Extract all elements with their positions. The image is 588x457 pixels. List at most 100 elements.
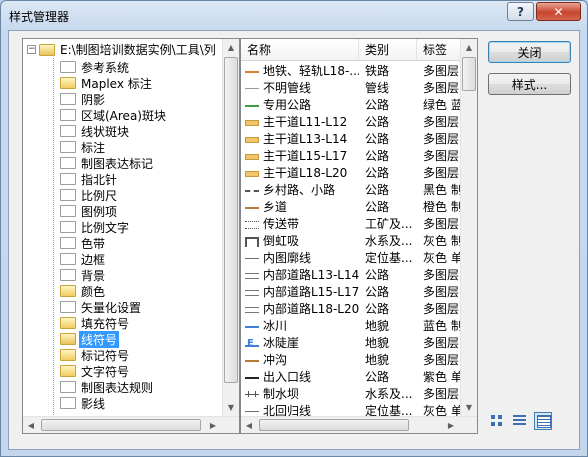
line-symbol-icon [245,284,259,301]
scroll-down-arrow-icon[interactable]: ▼ [223,399,239,416]
tree-item[interactable]: 比例尺 [60,187,119,203]
list-row[interactable]: 冲沟 地貌 多图层 [241,352,463,369]
column-name-header[interactable]: 名称 [241,39,359,61]
column-category-header[interactable]: 类别 [359,39,417,61]
cell-tags: 灰色 制 [423,234,463,248]
cell-tags: 黑色 制 [423,183,463,197]
list-row[interactable]: 制水坝 水系及... 多图层 [241,386,463,403]
tree-item[interactable]: 线符号 [60,330,120,348]
help-button[interactable]: ? [507,2,534,21]
scroll-thumb[interactable] [462,57,476,91]
list-row[interactable]: 主干道L15-L17 公路 多图层 [241,148,463,165]
tree-item[interactable]: 制图表达标记 [60,155,155,171]
column-tags-header[interactable]: 标签 [417,39,463,61]
list-row[interactable]: 出入口线 公路 紫色 单 [241,369,463,386]
styles-button[interactable]: 样式... [488,73,571,95]
cell-name: 主干道L11-L12 [245,114,359,131]
tree-item-label: 比例文字 [81,220,130,235]
list-row[interactable]: 内部道路L13-L14 公路 多图层 [241,267,463,284]
tree-item[interactable]: 影线 [60,395,107,411]
details-view-button[interactable] [534,412,552,430]
tree-item-label: 颜色 [81,284,106,299]
list-row[interactable]: 内部道路L18-L20 公路 多图层 [241,301,463,318]
symbol-list[interactable]: 名称 类别 标签 地铁、轻轨L18-... 铁路 多图层 不明管线 管线 多图层 专用公路公… [240,38,478,434]
tree-item[interactable]: 色带 [60,235,107,251]
line-symbol-icon [245,369,259,386]
scroll-thumb[interactable] [224,57,238,383]
tree-item[interactable]: 文字符号 [60,363,131,379]
tree-item-label: 指北针 [81,172,118,187]
symbol-name: 主干道L15-L17 [263,149,348,163]
empty-folder-icon [60,61,76,73]
list-row[interactable]: 冰陡崖 地貌 多图层 [241,335,463,352]
tree-item[interactable]: 制图表达规则 [60,379,155,395]
tree-guide-line [53,58,54,433]
cell-tags: 多图层 [423,166,460,180]
tree-item[interactable]: 区域(Area)斑块 [60,107,168,123]
list-row[interactable]: 冰川 地貌 蓝色 制 [241,318,463,335]
scroll-left-arrow-icon[interactable]: ◀ [241,417,257,433]
close-button[interactable]: 关闭 [488,41,571,63]
h-scroll-thumb[interactable] [259,419,409,431]
tree-root-label: E:\制图培训数据实例\工具\列 [60,43,216,57]
list-row[interactable]: 不明管线 管线 多图层 [241,80,463,97]
scroll-right-arrow-icon[interactable]: ▶ [443,417,459,433]
tree-horizontal-scrollbar[interactable]: ◀ ▶ [23,416,239,433]
tree-item[interactable]: 线状斑块 [60,123,131,139]
list-row[interactable]: 内部道路L15-L17 公路 多图层 [241,284,463,301]
tree-item[interactable]: 比例文字 [60,219,131,235]
collapse-icon[interactable]: − [27,45,36,54]
list-row[interactable]: 主干道L18-L20 公路 多图层 [241,165,463,182]
cell-category: 公路 [365,166,390,180]
empty-folder-icon [60,157,76,169]
tree-item[interactable]: 边框 [60,251,107,267]
large-icons-icon [491,415,502,426]
empty-folder-icon [60,93,76,105]
list-view-button[interactable] [511,412,529,430]
tree-item[interactable]: 参考系统 [60,59,131,75]
tree-root-item[interactable]: − E:\制图培训数据实例\工具\列 [27,41,218,58]
scroll-left-arrow-icon[interactable]: ◀ [23,417,39,433]
tree-item[interactable]: 指北针 [60,171,119,187]
list-row[interactable]: 主干道L13-L14 公路 多图层 [241,131,463,148]
h-scroll-thumb[interactable] [41,419,201,431]
list-vertical-scrollbar[interactable]: ▲ ▼ [460,39,477,416]
list-row[interactable]: 专用公路 公路 绿色 蓝 [241,97,463,114]
list-row[interactable]: 地铁、轻轨L18-... 铁路 多图层 [241,63,463,80]
list-row[interactable]: 乡道 公路 橙色 制 [241,199,463,216]
tree-item[interactable]: Maplex 标注 [60,75,154,91]
tree-item[interactable]: 背景 [60,267,107,283]
title-bar[interactable]: 样式管理器 ? ✕ [1,1,587,31]
cell-name: 地铁、轻轨L18-... [245,63,359,80]
folder-icon [60,285,76,297]
list-horizontal-scrollbar[interactable]: ◀ ▶ [241,416,477,433]
list-row[interactable]: 主干道L11-L12 公路 多图层 [241,114,463,131]
cell-tags: 多图层 [423,353,460,367]
style-tree[interactable]: − E:\制图培训数据实例\工具\列 参考系统 Maplex 标注 阴影 区域(Are… [22,38,240,434]
scroll-up-arrow-icon[interactable]: ▲ [461,39,477,56]
tree-item[interactable]: 图例项 [60,203,119,219]
scroll-right-arrow-icon[interactable]: ▶ [205,417,221,433]
tree-item[interactable]: 颜色 [60,283,107,299]
line-symbol-icon [245,114,259,131]
large-icons-view-button[interactable] [488,412,506,430]
tree-item[interactable]: 填充符号 [60,315,131,331]
tree-item[interactable]: 阴影 [60,91,107,107]
tree-vertical-scrollbar[interactable]: ▲ ▼ [222,39,239,416]
folder-open-icon [39,43,55,56]
tree-item[interactable]: 标记符号 [60,347,131,363]
list-row[interactable]: 乡村路、小路 公路 黑色 制 [241,182,463,199]
scroll-up-arrow-icon[interactable]: ▲ [223,39,239,56]
tree-item[interactable]: 标注 [60,139,107,155]
line-symbol-icon [245,250,259,267]
list-icon [513,415,526,426]
folder-icon [60,317,76,329]
scroll-down-arrow-icon[interactable]: ▼ [461,399,477,416]
tree-item[interactable]: 矢量化设置 [60,299,143,315]
list-row[interactable]: 内图廓线 定位基... 灰色 单 [241,250,463,267]
tree-item-label: 参考系统 [81,60,130,75]
cell-name: 内图廓线 [245,250,359,267]
list-row[interactable]: 传送带 工矿及... 多图层 [241,216,463,233]
close-window-button[interactable]: ✕ [536,2,581,21]
list-row[interactable]: 倒虹吸 水系及... 灰色 制 [241,233,463,250]
